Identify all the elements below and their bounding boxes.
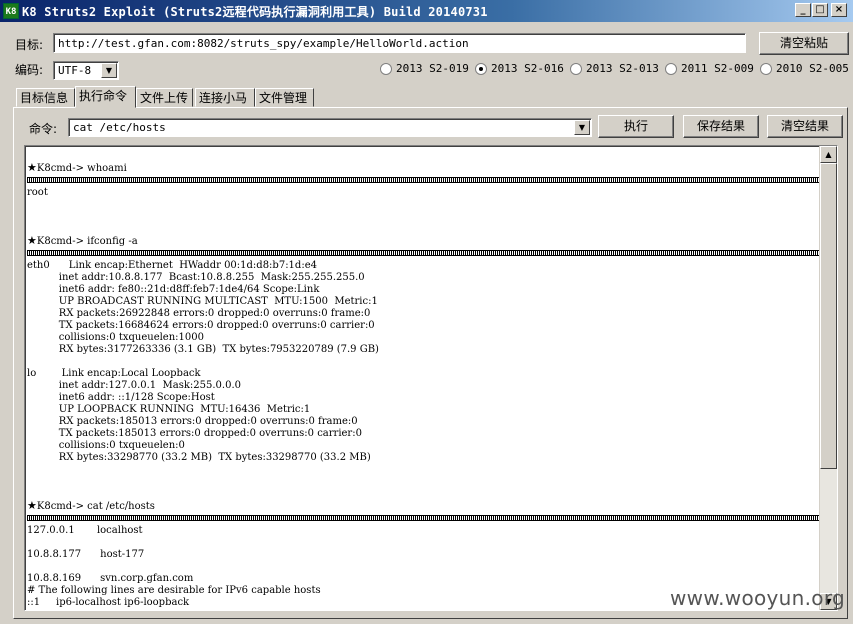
- output-line: inet addr:10.8.8.177 Bcast:10.8.8.255 Ma…: [27, 272, 365, 283]
- exploit-radio-0[interactable]: [380, 63, 392, 75]
- title-bar: K8 K8 Struts2 Exploit (Struts2远程代码执行漏洞利用…: [0, 0, 853, 22]
- tab-0[interactable]: 目标信息: [16, 88, 75, 107]
- output-line: UP BROADCAST RUNNING MULTICAST MTU:1500 …: [27, 296, 378, 307]
- exploit-radio-1[interactable]: [475, 63, 487, 75]
- tab-3[interactable]: 连接小马: [195, 88, 255, 107]
- output-line: RX bytes:3177263336 (3.1 GB) TX bytes:79…: [27, 344, 379, 355]
- exploit-radio-label[interactable]: 2013 S2-013: [586, 62, 659, 75]
- exploit-radio-3[interactable]: [665, 63, 677, 75]
- command-prompt: ★K8cmd-> ifconfig -a: [27, 234, 819, 248]
- command-input[interactable]: cat /etc/hosts ▼: [68, 118, 592, 137]
- command-value: cat /etc/hosts: [73, 121, 166, 134]
- output-line: inet6 addr: ::1/128 Scope:Host: [27, 392, 215, 403]
- close-button[interactable]: ×: [831, 3, 847, 17]
- clear-results-button[interactable]: 清空结果: [767, 115, 843, 138]
- separator: [27, 515, 819, 521]
- star-icon: ★: [27, 234, 37, 247]
- vertical-scrollbar[interactable]: ▲ ▼: [819, 146, 837, 610]
- watermark: www.wooyun.org: [670, 586, 845, 610]
- prompt-text: K8cmd-> whoami: [36, 163, 127, 174]
- output-line: UP LOOPBACK RUNNING MTU:16436 Metric:1: [27, 404, 311, 415]
- output-line: collisions:0 txqueuelen:0: [27, 440, 185, 451]
- output-line: 10.8.8.177 host-177: [27, 549, 145, 560]
- star-icon: ★: [27, 161, 37, 174]
- output-line: 10.8.8.169 svn.corp.gfan.com: [27, 573, 194, 584]
- command-prompt: ★K8cmd-> whoami: [27, 161, 819, 175]
- encoding-label: 编码:: [15, 63, 44, 77]
- command-label: 命令:: [29, 122, 58, 136]
- exploit-radio-label[interactable]: 2013 S2-016: [491, 62, 564, 75]
- output-line: TX packets:16684624 errors:0 dropped:0 o…: [27, 320, 375, 331]
- minimize-button[interactable]: _: [795, 3, 811, 17]
- chevron-down-icon[interactable]: ▼: [574, 120, 590, 135]
- output-line: TX packets:185013 errors:0 dropped:0 ove…: [27, 428, 362, 439]
- scroll-up-icon[interactable]: ▲: [820, 146, 837, 163]
- window-title: K8 Struts2 Exploit (Struts2远程代码执行漏洞利用工具)…: [22, 5, 488, 19]
- app-icon: K8: [3, 3, 19, 19]
- execute-button[interactable]: 执行: [598, 115, 674, 138]
- output-content: ★K8cmd-> whoami root ★K8cmd-> ifconfig -a e…: [27, 150, 819, 609]
- prompt-text: K8cmd-> ifconfig -a: [36, 236, 138, 247]
- maximize-button[interactable]: □: [812, 3, 828, 17]
- chevron-down-icon[interactable]: ▼: [101, 63, 117, 78]
- exploit-radio-label[interactable]: 2010 S2-005: [776, 62, 849, 75]
- exploit-radio-2[interactable]: [570, 63, 582, 75]
- output-line: root: [27, 187, 48, 198]
- scroll-thumb[interactable]: [820, 163, 837, 469]
- tab-4[interactable]: 文件管理: [255, 88, 314, 107]
- clear-paste-button[interactable]: 清空粘贴: [759, 32, 849, 55]
- output-textarea[interactable]: ★K8cmd-> whoami root ★K8cmd-> ifconfig -a e…: [24, 145, 838, 611]
- output-line: inet6 addr: fe80::21d:d8ff:feb7:1de4/64 …: [27, 284, 320, 295]
- output-line: eth0 Link encap:Ethernet HWaddr 00:1d:d8…: [27, 260, 317, 271]
- separator: [27, 177, 819, 183]
- prompt-text: K8cmd-> cat /etc/hosts: [36, 501, 155, 512]
- exploit-radio-label[interactable]: 2013 S2-019: [396, 62, 469, 75]
- output-line: 127.0.0.1 localhost: [27, 525, 143, 536]
- target-url-input[interactable]: http://test.gfan.com:8082/struts_spy/exa…: [53, 33, 746, 53]
- output-line: inet addr:127.0.0.1 Mask:255.0.0.0: [27, 380, 241, 391]
- tab-1[interactable]: 执行命令: [75, 86, 136, 108]
- target-label: 目标:: [15, 38, 44, 52]
- star-icon: ★: [27, 499, 37, 512]
- exploit-radio-4[interactable]: [760, 63, 772, 75]
- exploit-radio-label[interactable]: 2011 S2-009: [681, 62, 754, 75]
- target-url-value: http://test.gfan.com:8082/struts_spy/exa…: [58, 37, 469, 50]
- command-prompt: ★K8cmd-> cat /etc/hosts: [27, 499, 819, 513]
- separator: [27, 250, 819, 256]
- output-line: RX packets:26922848 errors:0 dropped:0 o…: [27, 308, 371, 319]
- encoding-select[interactable]: UTF-8 ▼: [53, 61, 119, 80]
- output-line: RX bytes:33298770 (33.2 MB) TX bytes:332…: [27, 452, 371, 463]
- tab-2[interactable]: 文件上传: [136, 88, 193, 107]
- output-line: lo Link encap:Local Loopback: [27, 368, 201, 379]
- output-line: RX packets:185013 errors:0 dropped:0 ove…: [27, 416, 358, 427]
- output-line: collisions:0 txqueuelen:1000: [27, 332, 204, 343]
- save-results-button[interactable]: 保存结果: [683, 115, 759, 138]
- encoding-value: UTF-8: [58, 64, 92, 77]
